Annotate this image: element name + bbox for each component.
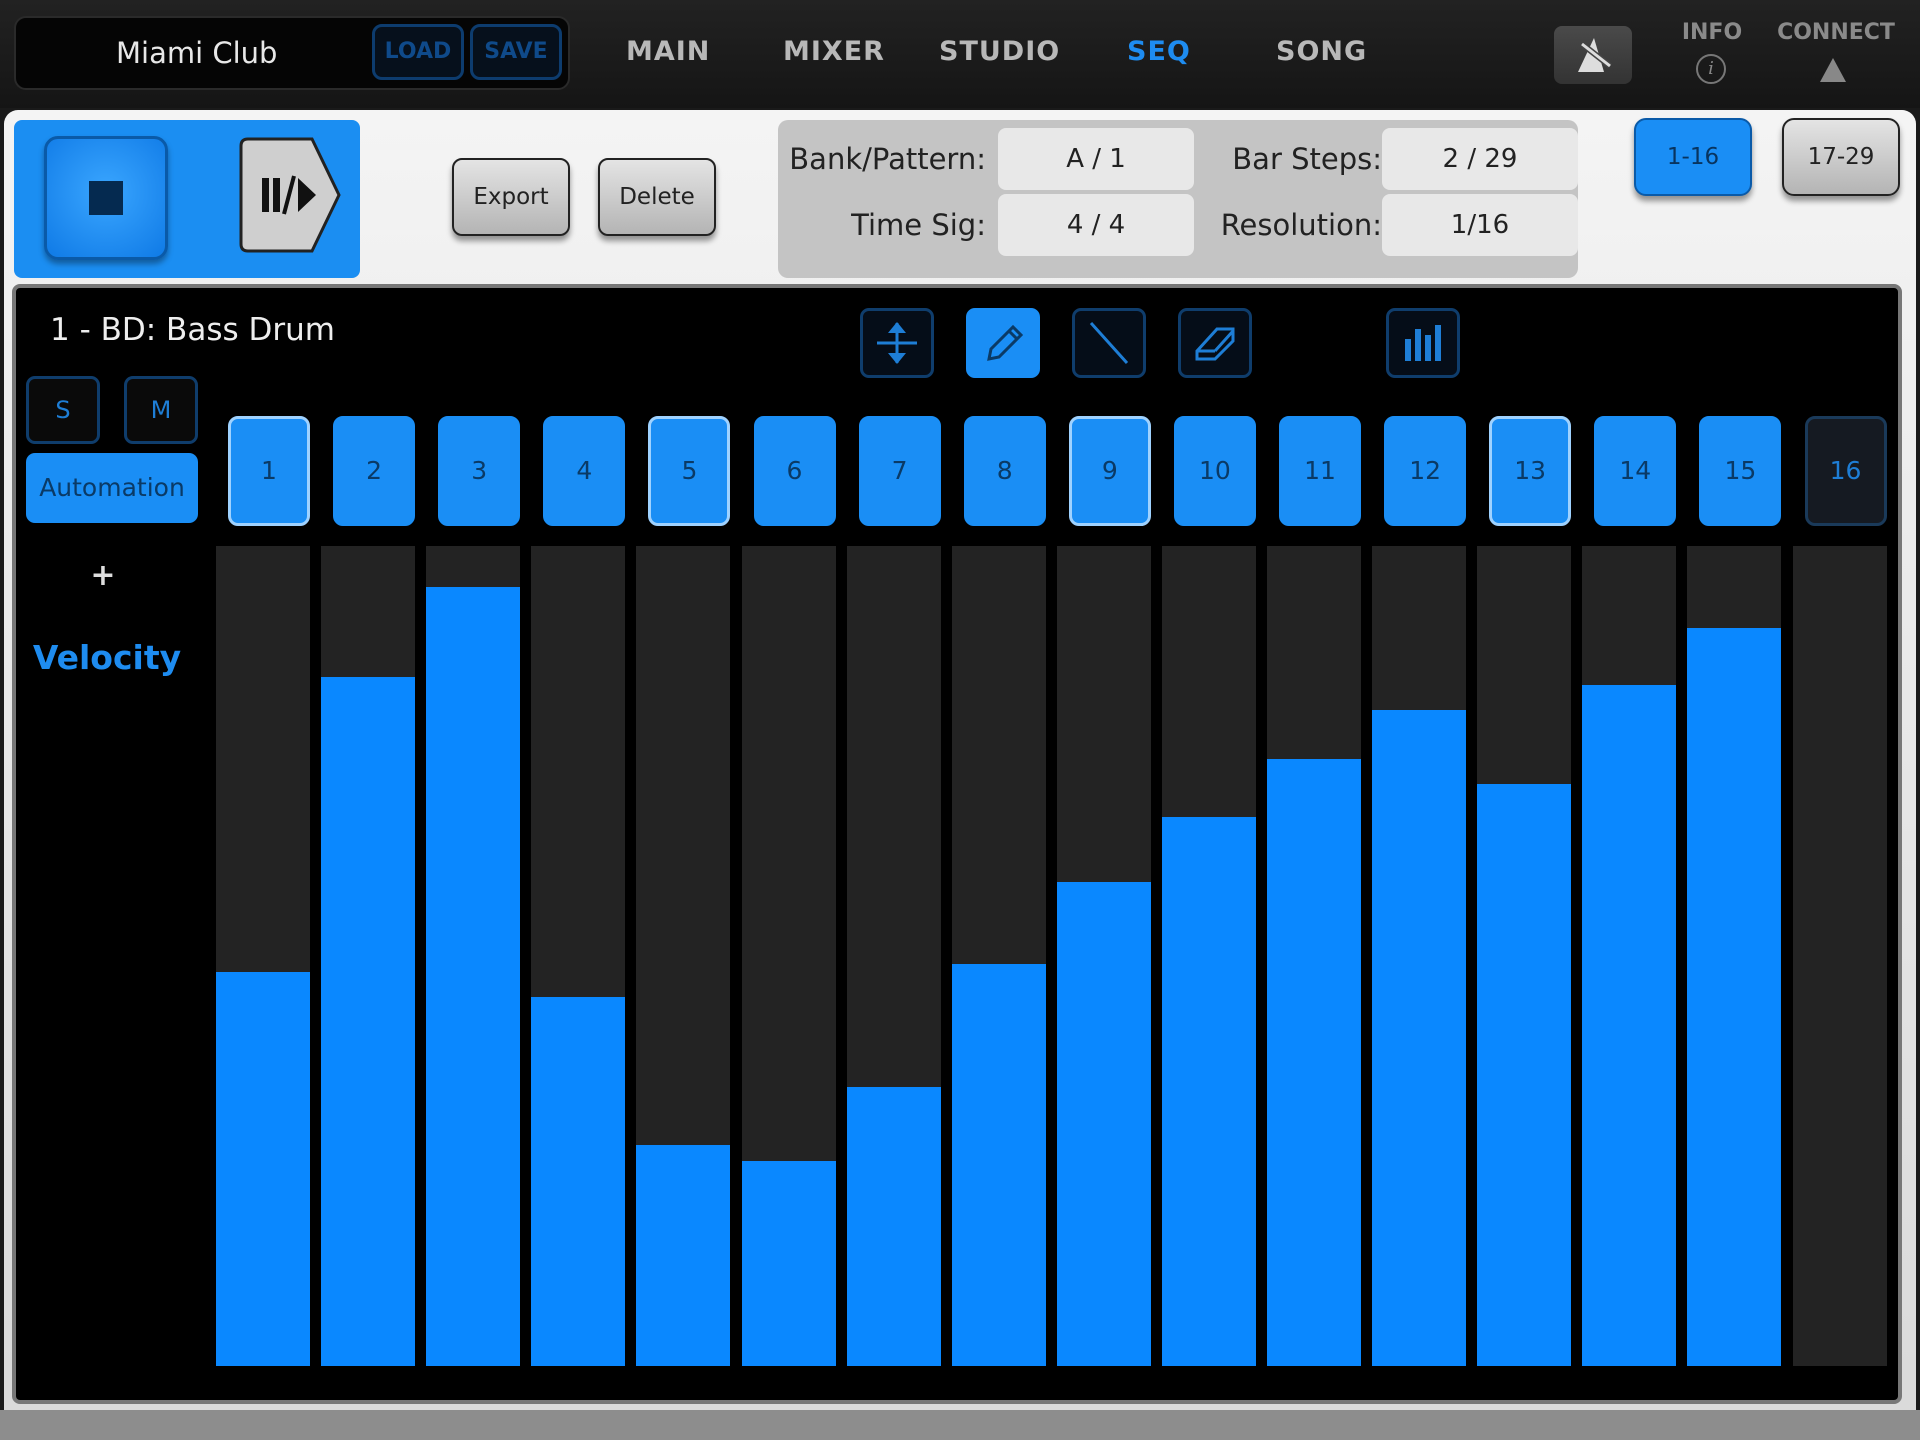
step-button[interactable]: 16 bbox=[1804, 416, 1887, 526]
step-button[interactable]: 6 bbox=[753, 416, 836, 526]
velocity-bar-track[interactable] bbox=[1161, 546, 1256, 1366]
export-button[interactable]: Export bbox=[452, 158, 570, 236]
velocity-bar[interactable] bbox=[1477, 784, 1572, 1366]
velocity-bar[interactable] bbox=[741, 1161, 836, 1366]
track-name: 1 - BD: Bass Drum bbox=[50, 312, 335, 348]
nav-seq[interactable]: SEQ bbox=[1127, 0, 1191, 104]
velocity-bar-track[interactable] bbox=[846, 546, 941, 1366]
resolution-value[interactable]: 1/16 bbox=[1382, 194, 1578, 256]
pause-play-icon bbox=[239, 137, 341, 253]
step-button[interactable]: 15 bbox=[1699, 416, 1782, 526]
velocity-bar[interactable] bbox=[321, 677, 416, 1366]
velocity-bar-track[interactable] bbox=[216, 546, 310, 1366]
page-1-16-button[interactable]: 1-16 bbox=[1634, 118, 1752, 196]
step-button[interactable]: 3 bbox=[438, 416, 521, 526]
bank-pattern-label: Bank/Pattern: bbox=[789, 142, 986, 176]
step-button[interactable]: 12 bbox=[1384, 416, 1467, 526]
connect-triangle-icon[interactable] bbox=[1820, 58, 1846, 82]
nav-main[interactable]: MAIN bbox=[626, 0, 710, 104]
eraser-tool[interactable] bbox=[1178, 308, 1252, 378]
step-button[interactable]: 1 bbox=[228, 416, 310, 526]
info-icon[interactable]: i bbox=[1696, 54, 1726, 84]
connect-label[interactable]: CONNECT bbox=[1776, 20, 1896, 45]
velocity-bar-track[interactable] bbox=[636, 546, 731, 1366]
resolution-label: Resolution: bbox=[1220, 208, 1382, 242]
eraser-icon bbox=[1195, 327, 1235, 361]
step-button[interactable]: 7 bbox=[858, 416, 941, 526]
line-tool[interactable] bbox=[1072, 308, 1146, 378]
velocity-bar-track[interactable] bbox=[1056, 546, 1151, 1366]
nav-song[interactable]: SONG bbox=[1276, 0, 1367, 104]
step-button[interactable]: 9 bbox=[1068, 416, 1151, 526]
brand-logo-icon bbox=[1578, 38, 1612, 72]
pattern-info-panel: Bank/Pattern: A / 1 Bar Steps: 2 / 29 Ti… bbox=[778, 120, 1578, 278]
move-vertical-icon bbox=[877, 322, 917, 364]
velocity-bar[interactable] bbox=[636, 1145, 731, 1366]
bar-steps-value[interactable]: 2 / 29 bbox=[1382, 128, 1578, 190]
velocity-bar[interactable] bbox=[1687, 628, 1782, 1366]
mute-button[interactable]: M bbox=[124, 376, 198, 444]
velocity-bar[interactable] bbox=[1372, 710, 1467, 1366]
velocity-bar[interactable] bbox=[426, 587, 521, 1366]
logo-button[interactable] bbox=[1554, 26, 1632, 84]
step-button[interactable]: 2 bbox=[333, 416, 416, 526]
velocity-bar-track[interactable] bbox=[321, 546, 416, 1366]
save-button[interactable]: SAVE bbox=[470, 24, 562, 80]
velocity-bar-track[interactable] bbox=[531, 546, 626, 1366]
velocity-bar-track[interactable] bbox=[1477, 546, 1572, 1366]
pause-play-button[interactable] bbox=[238, 136, 342, 254]
velocity-bar-track[interactable] bbox=[741, 546, 836, 1366]
pencil-tool[interactable] bbox=[966, 308, 1040, 378]
step-button[interactable]: 10 bbox=[1173, 416, 1256, 526]
preset-box: Miami Club LOAD SAVE bbox=[14, 16, 570, 90]
velocity-bar[interactable] bbox=[1582, 685, 1677, 1366]
solo-button[interactable]: S bbox=[26, 376, 100, 444]
info-label[interactable]: INFO bbox=[1680, 20, 1744, 45]
velocity-bar-track[interactable] bbox=[951, 546, 1046, 1366]
step-button[interactable]: 4 bbox=[543, 416, 626, 526]
velocity-bar[interactable] bbox=[951, 964, 1046, 1366]
velocity-bar-track[interactable] bbox=[1582, 546, 1677, 1366]
velocity-bar-track[interactable] bbox=[1267, 546, 1361, 1366]
step-button[interactable]: 8 bbox=[963, 416, 1046, 526]
velocity-bar-track[interactable] bbox=[1372, 546, 1467, 1366]
load-button[interactable]: LOAD bbox=[372, 24, 464, 80]
velocity-bar-track[interactable] bbox=[426, 546, 521, 1366]
bar-graph-icon bbox=[1405, 325, 1441, 361]
pencil-icon bbox=[987, 324, 1024, 361]
bottom-strip bbox=[0, 1410, 1920, 1440]
velocity-bar-track[interactable] bbox=[1792, 546, 1887, 1366]
step-button[interactable]: 14 bbox=[1594, 416, 1677, 526]
sequencer-area: 1 - BD: Bass Drum S M Automation + Veloc… bbox=[12, 284, 1902, 1404]
time-sig-label: Time Sig: bbox=[851, 208, 986, 242]
move-vertical-tool[interactable] bbox=[860, 308, 934, 378]
velocity-bar-track[interactable] bbox=[1687, 546, 1782, 1366]
time-sig-value[interactable]: 4 / 4 bbox=[998, 194, 1194, 256]
velocity-bar[interactable] bbox=[216, 972, 310, 1366]
nav-studio[interactable]: STUDIO bbox=[939, 0, 1060, 104]
step-button[interactable]: 5 bbox=[648, 416, 731, 526]
automation-button[interactable]: Automation bbox=[26, 453, 198, 523]
add-parameter-button[interactable]: + bbox=[78, 558, 128, 593]
step-button[interactable]: 13 bbox=[1489, 416, 1572, 526]
bar-steps-label: Bar Steps: bbox=[1232, 142, 1382, 176]
step-button[interactable]: 11 bbox=[1279, 416, 1361, 526]
velocity-bar[interactable] bbox=[1161, 817, 1256, 1366]
preset-name[interactable]: Miami Club bbox=[116, 18, 277, 88]
bank-pattern-value[interactable]: A / 1 bbox=[998, 128, 1194, 190]
delete-button[interactable]: Delete bbox=[598, 158, 716, 236]
velocity-bar[interactable] bbox=[531, 997, 626, 1366]
velocity-bar[interactable] bbox=[846, 1087, 941, 1366]
velocity-bar[interactable] bbox=[1267, 759, 1361, 1366]
transport-panel bbox=[14, 120, 360, 278]
line-icon bbox=[1089, 321, 1129, 365]
stop-icon bbox=[89, 181, 123, 215]
parameter-label[interactable]: Velocity bbox=[26, 638, 188, 677]
top-bar: Miami Club LOAD SAVE MAIN MIXER STUDIO S… bbox=[0, 0, 1920, 108]
velocity-bar[interactable] bbox=[1056, 882, 1151, 1366]
nav-mixer[interactable]: MIXER bbox=[783, 0, 885, 104]
page-17-29-button[interactable]: 17-29 bbox=[1782, 118, 1900, 196]
bar-graph-tool[interactable] bbox=[1386, 308, 1460, 378]
stop-button[interactable] bbox=[44, 136, 168, 260]
